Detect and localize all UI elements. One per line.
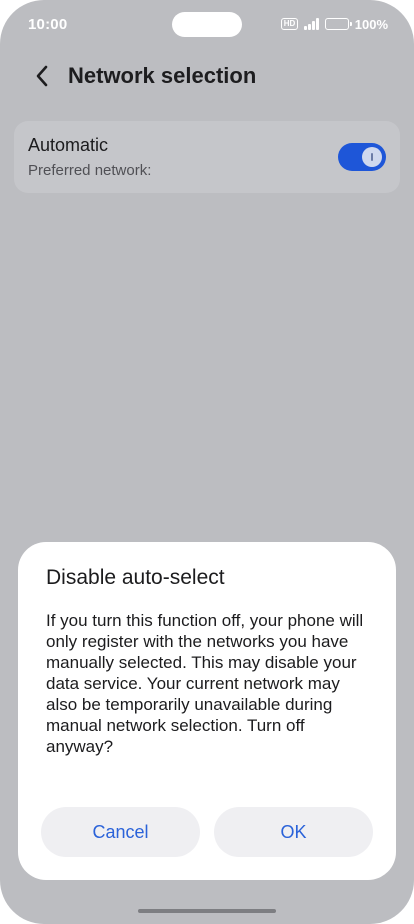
preferred-network-label: Preferred network: <box>28 162 152 179</box>
battery-icon <box>324 18 352 30</box>
disable-auto-select-dialog: Disable auto-select If you turn this fun… <box>18 542 396 880</box>
battery-percent: 100% <box>354 16 388 32</box>
chevron-left-icon <box>36 65 48 87</box>
automatic-toggle[interactable] <box>338 143 386 171</box>
hd-icon: HD <box>280 18 299 30</box>
page-title: Network selection <box>68 63 257 88</box>
header: Network selection <box>0 54 414 98</box>
automatic-label: Automatic <box>28 135 109 155</box>
automatic-setting-row[interactable]: Automatic Preferred network: <box>14 121 400 193</box>
status-bar: 10:00 HD 100% <box>0 0 414 48</box>
status-time: 10:00 <box>28 15 68 33</box>
ok-button[interactable]: OK <box>214 807 373 857</box>
dialog-title: Disable auto-select <box>46 566 225 589</box>
cancel-button[interactable]: Cancel <box>41 807 200 857</box>
toggle-knob <box>362 147 382 167</box>
phone-screen: 10:00 HD 100% Network selection Automati… <box>0 0 414 924</box>
back-button[interactable] <box>30 64 54 88</box>
status-icons: HD 100% <box>280 16 388 32</box>
dialog-buttons: Cancel OK <box>41 807 373 857</box>
signal-icon <box>304 18 319 30</box>
camera-notch <box>172 12 242 37</box>
home-indicator[interactable] <box>138 909 276 913</box>
dialog-message: If you turn this function off, your phon… <box>46 611 364 756</box>
